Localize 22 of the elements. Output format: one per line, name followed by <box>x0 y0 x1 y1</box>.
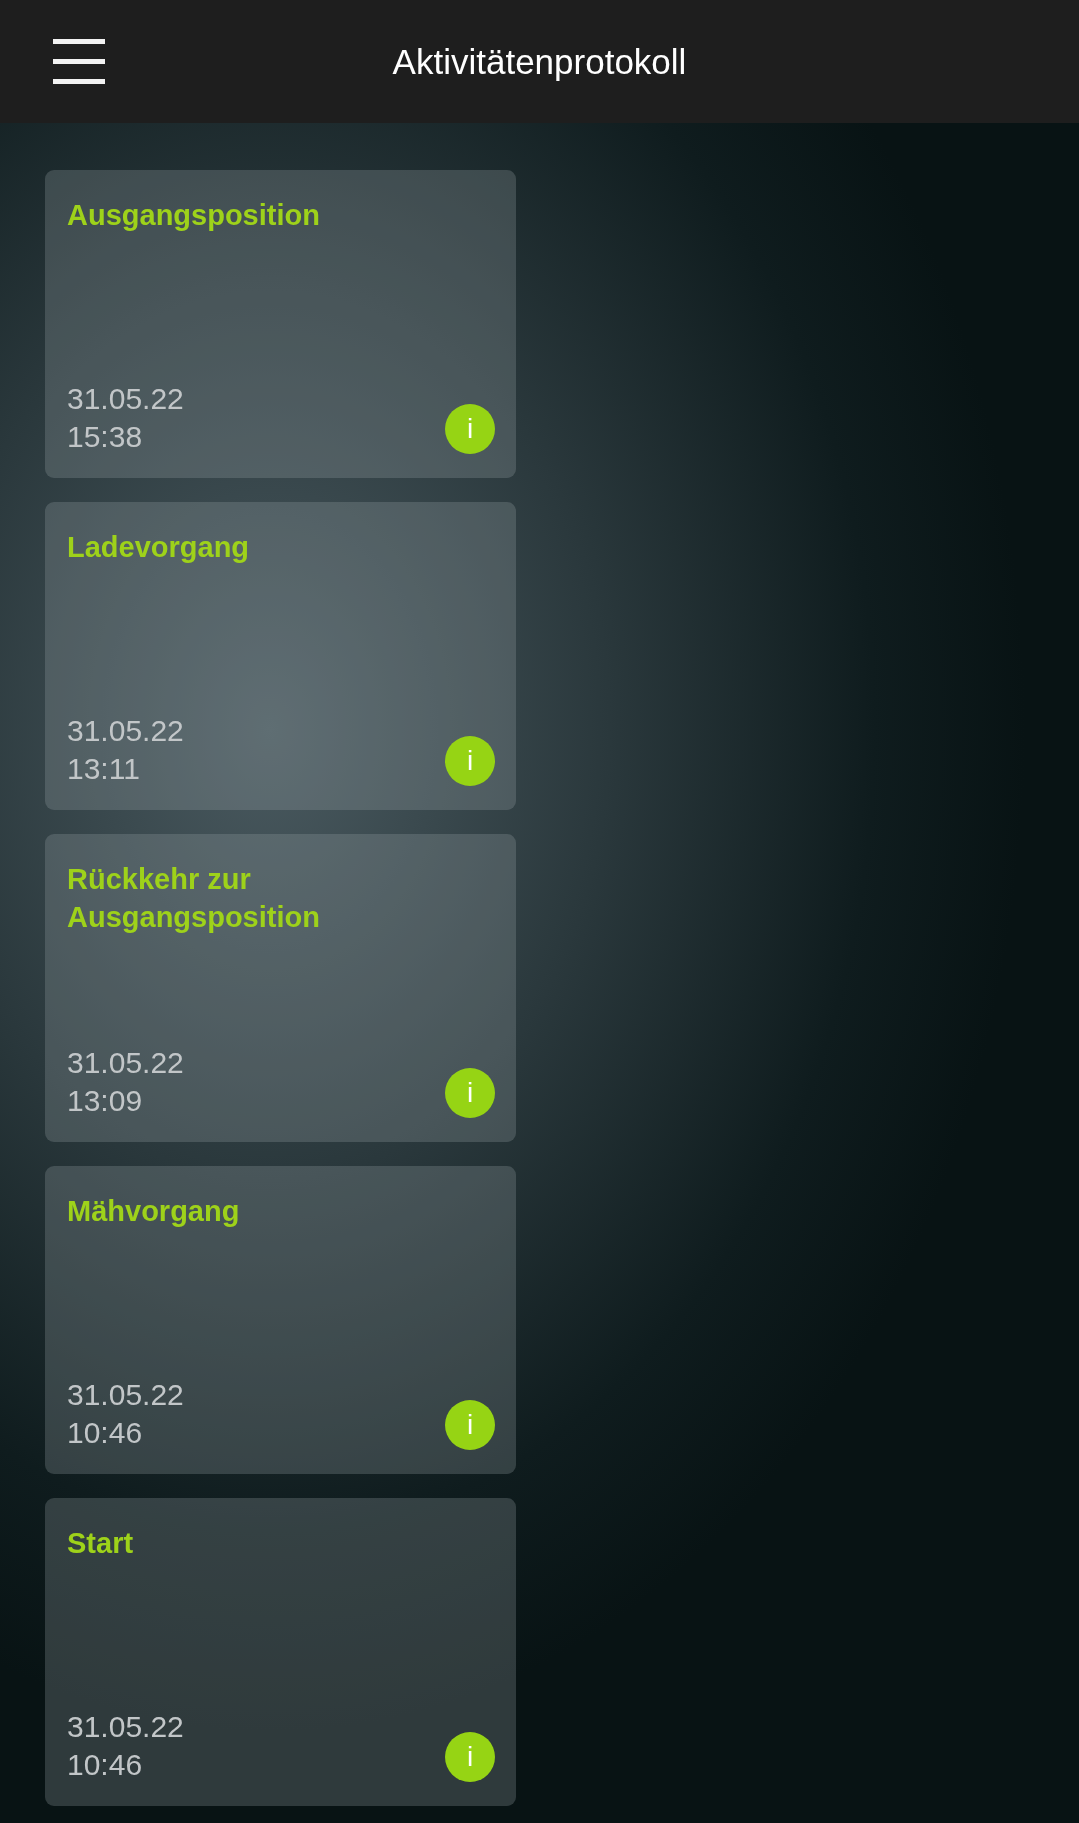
activity-time: 13:09 <box>67 1083 144 1119</box>
activity-date: 31.05.22 <box>67 381 184 417</box>
activity-title: Mähvorgang <box>67 1194 241 1229</box>
activity-title: Ausgangsposition <box>67 198 321 233</box>
activity-date: 31.05.22 <box>67 1045 184 1081</box>
screen-title: Aktivitätenprotokoll <box>392 41 687 82</box>
activity-time: 15:38 <box>67 419 144 455</box>
activity-date: 31.05.22 <box>67 1709 184 1745</box>
menu-icon[interactable] <box>53 39 105 84</box>
activity-title: Ladevorgang <box>67 530 251 565</box>
activity-card[interactable]: Rückkehr zur Ausgangsposition 31.05.22 13:09 i <box>45 834 516 1142</box>
activity-time: 10:46 <box>67 1415 144 1451</box>
activity-card[interactable]: Ladevorgang 31.05.22 13:11 i <box>45 502 516 810</box>
activity-title: Start <box>67 1526 135 1561</box>
activity-time: 10:46 <box>67 1747 144 1783</box>
activity-time: 13:11 <box>67 751 141 787</box>
activity-title: Rückkehr zur Ausgangsposition <box>67 862 321 935</box>
activity-card[interactable]: Mähvorgang 31.05.22 10:46 i <box>45 1166 516 1474</box>
activity-date: 31.05.22 <box>67 713 184 749</box>
activity-card[interactable]: Start 31.05.22 10:46 i <box>45 1498 516 1806</box>
activity-date: 31.05.22 <box>67 1377 184 1413</box>
activity-card[interactable]: Ausgangsposition 31.05.22 15:38 i <box>45 170 516 478</box>
